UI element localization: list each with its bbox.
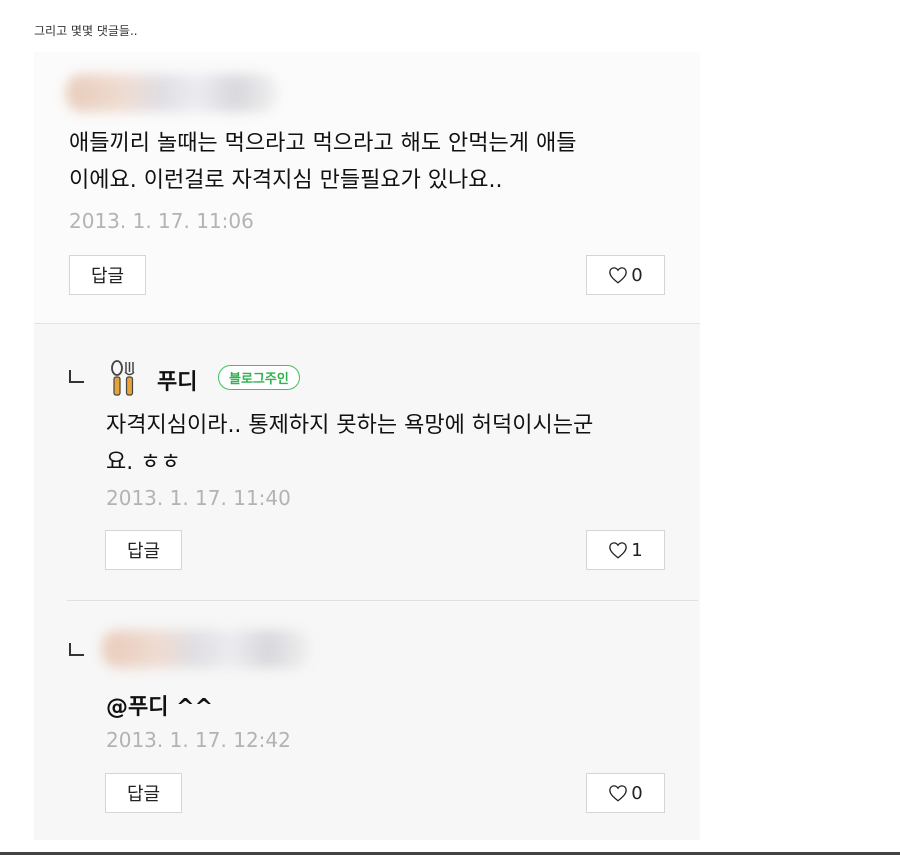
like-button[interactable]: 0 bbox=[586, 255, 665, 295]
like-button[interactable]: 1 bbox=[586, 530, 665, 570]
like-count: 0 bbox=[631, 782, 643, 804]
author-name[interactable]: 푸디 bbox=[157, 364, 197, 396]
comment-timestamp: 2013. 1. 17. 11:40 bbox=[106, 486, 291, 510]
comment-section: 애들끼리 놀때는 먹으라고 먹으라고 해도 안먹는게 애들 이에요. 이런걸로 … bbox=[34, 52, 700, 840]
blog-owner-badge: 블로그주인 bbox=[218, 365, 300, 390]
spoon-fork-icon bbox=[111, 360, 135, 396]
divider bbox=[67, 600, 698, 601]
reply-corner-icon bbox=[69, 370, 84, 383]
comment-text: 애들끼리 놀때는 먹으라고 먹으라고 해도 안먹는게 애들 이에요. 이런걸로 … bbox=[69, 131, 577, 193]
blurred-author-info bbox=[102, 630, 310, 668]
like-count: 0 bbox=[631, 264, 643, 286]
reply-button[interactable]: 답글 bbox=[105, 773, 182, 813]
comment-text: @푸디 ^^ bbox=[106, 695, 214, 720]
comment-timestamp: 2013. 1. 17. 11:06 bbox=[69, 209, 254, 233]
heart-outline-icon bbox=[609, 267, 628, 284]
reply-button[interactable]: 답글 bbox=[105, 530, 182, 570]
comment-timestamp: 2013. 1. 17. 12:42 bbox=[106, 728, 291, 752]
reply-button-label: 답글 bbox=[90, 266, 125, 287]
heart-outline-icon bbox=[609, 542, 628, 559]
reply-corner-icon bbox=[69, 643, 84, 656]
post-caption: 그리고 몇몇 댓글들.. bbox=[34, 24, 138, 38]
comment-item: 애들끼리 놀때는 먹으라고 먹으라고 해도 안먹는게 애들 이에요. 이런걸로 … bbox=[34, 52, 700, 324]
like-count: 1 bbox=[631, 539, 643, 561]
like-button[interactable]: 0 bbox=[586, 773, 665, 813]
reply-button-label: 답글 bbox=[126, 541, 161, 562]
heart-outline-icon bbox=[609, 785, 628, 802]
blurred-author-info bbox=[66, 74, 278, 112]
reply-button[interactable]: 답글 bbox=[69, 255, 146, 295]
reply-button-label: 답글 bbox=[126, 784, 161, 805]
comment-text: 자격지심이라.. 통제하지 못하는 욕망에 허덕이시는군 요. ㅎㅎ bbox=[106, 413, 594, 475]
